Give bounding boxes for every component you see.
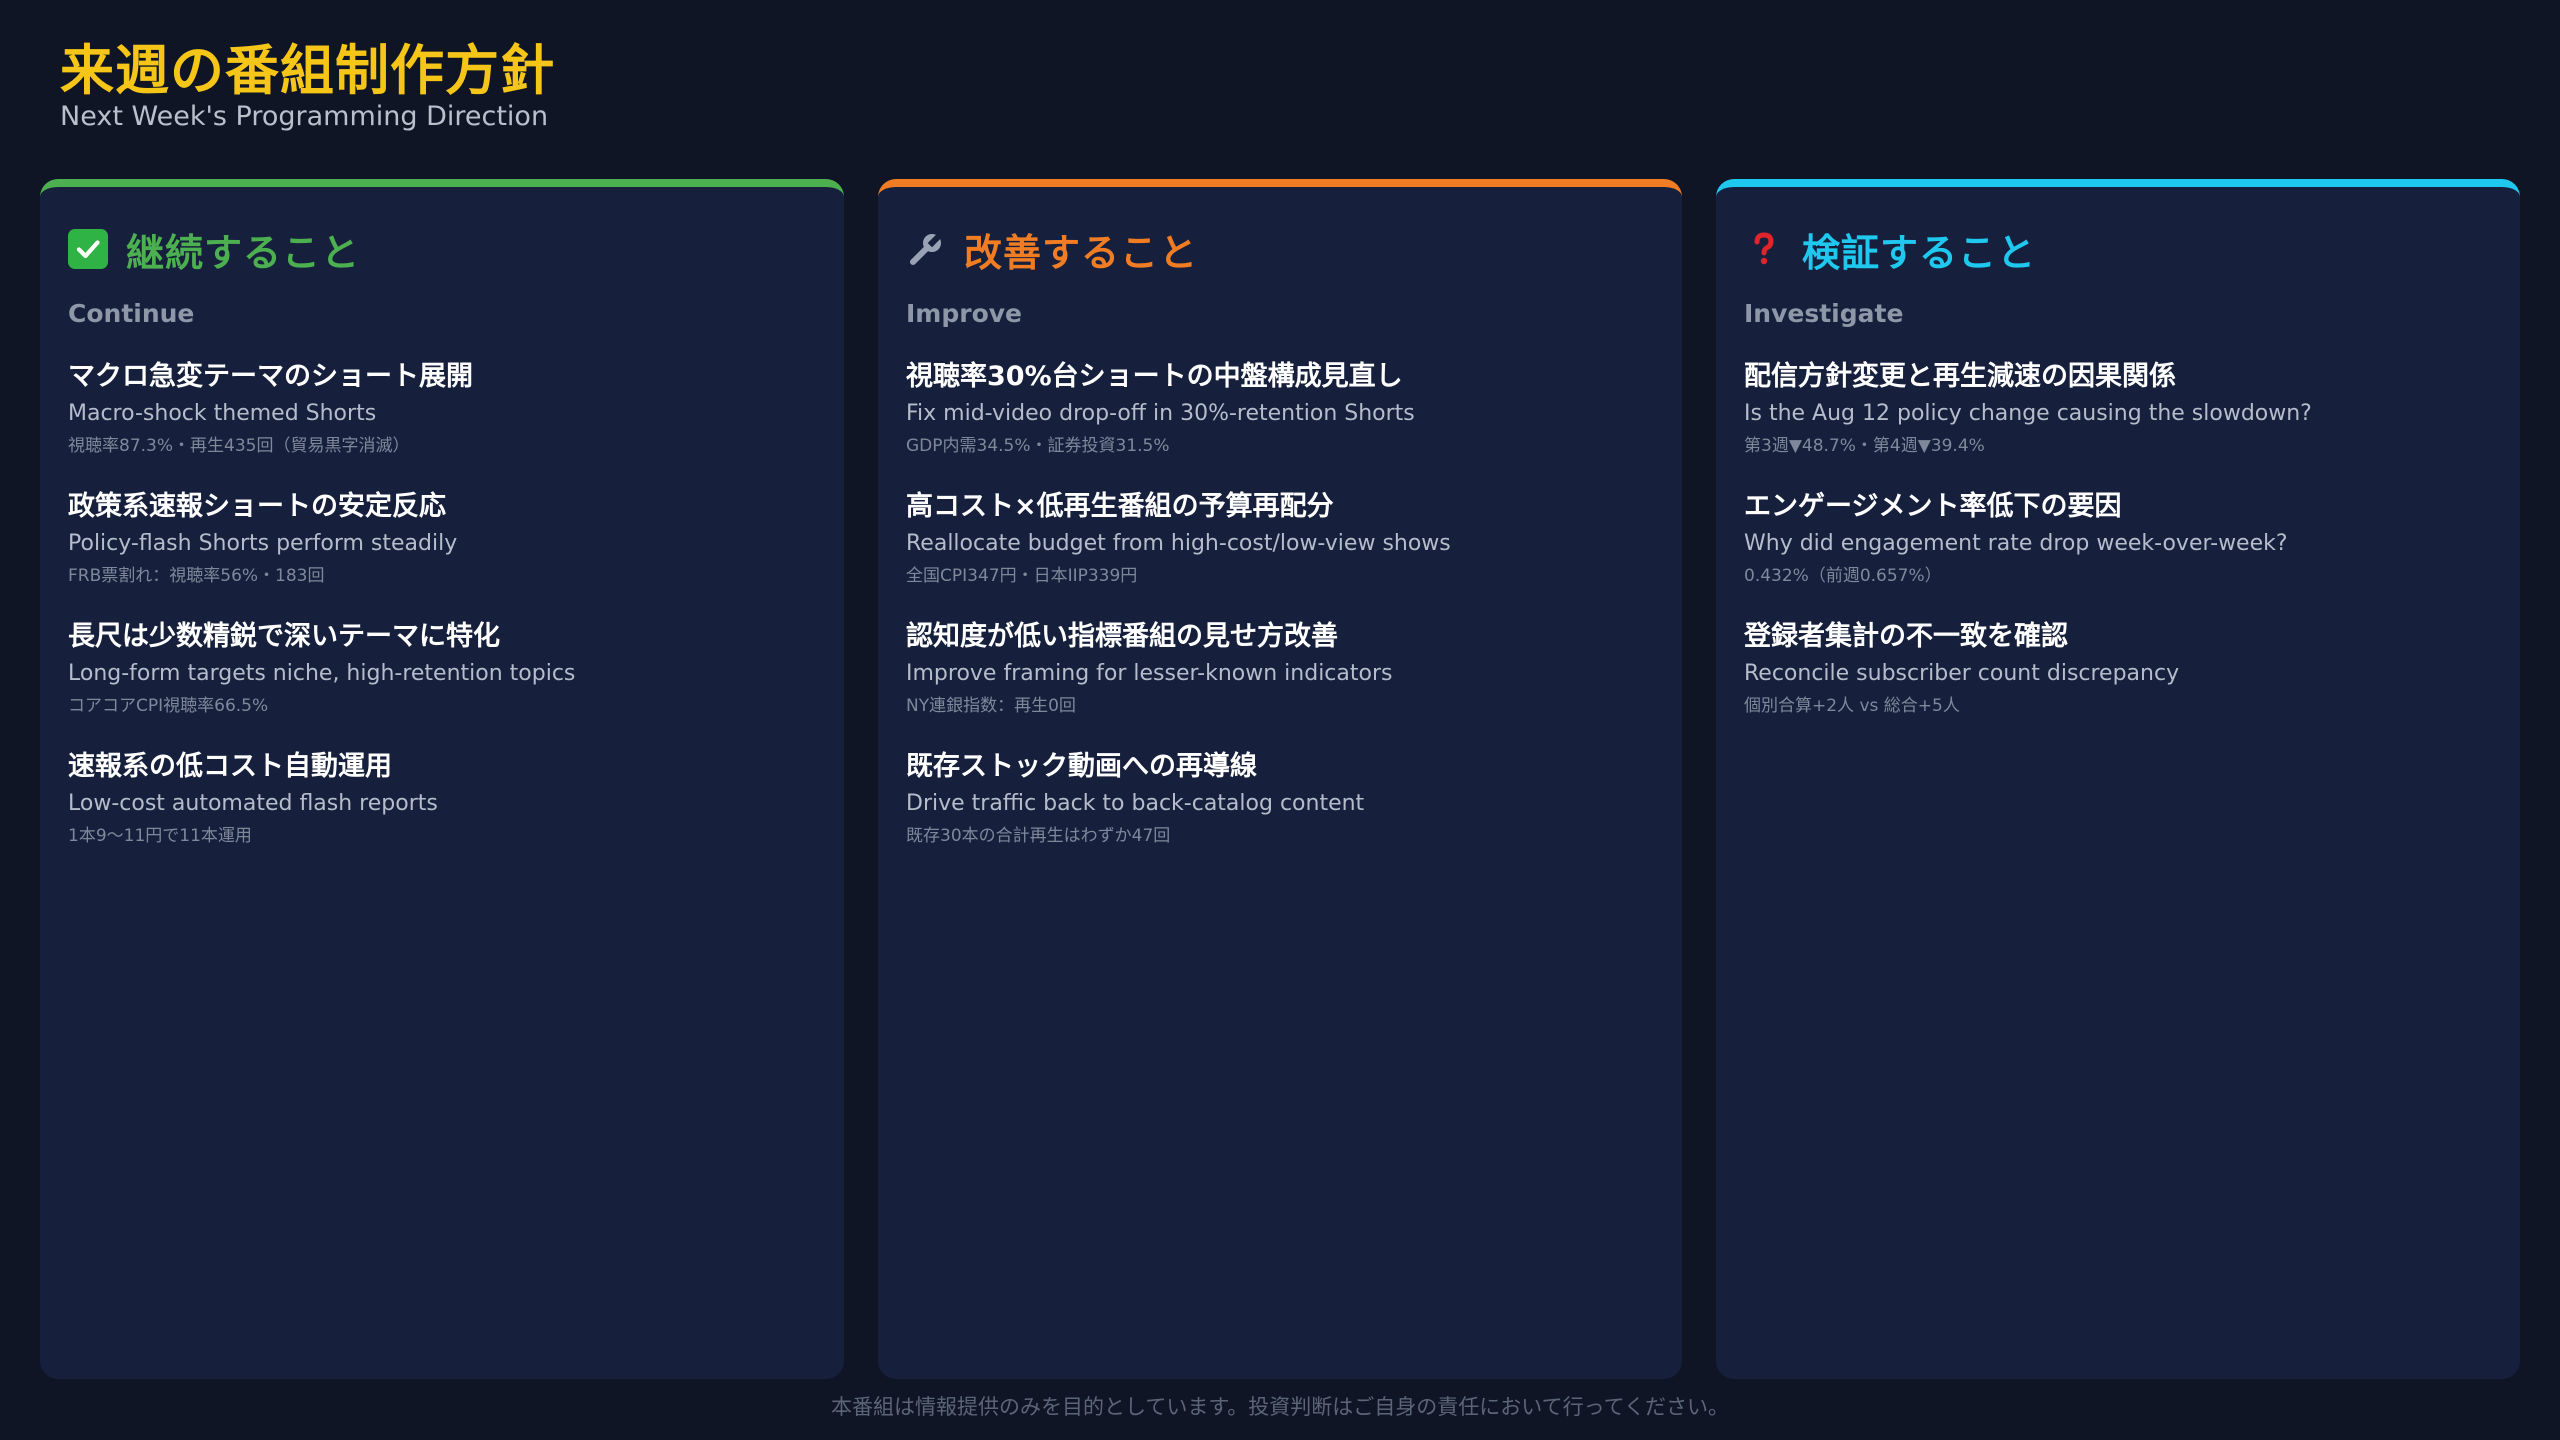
card-continue: 継続すること Continue マクロ急変テーマのショート展開 Macro-sh… [40, 179, 844, 1379]
card-subtitle: Improve [906, 299, 1023, 328]
item-note: 視聴率87.3%・再生435回（貿易黒字消滅） [68, 436, 410, 456]
item-title: 視聴率30%台ショートの中盤構成見直し [906, 361, 1403, 392]
item-english: Improve framing for lesser-known indicat… [906, 661, 1393, 686]
item-title: 配信方針変更と再生減速の因果関係 [1744, 361, 2176, 392]
item-title: エンゲージメント率低下の要因 [1744, 491, 2122, 522]
item-note: GDP内需34.5%・証券投資31.5% [906, 436, 1170, 456]
item-title: マクロ急変テーマのショート展開 [68, 361, 473, 392]
list-item: マクロ急変テーマのショート展開 Macro-shock themed Short… [68, 358, 816, 464]
item-english: Reallocate budget from high-cost/low-vie… [906, 531, 1451, 556]
direction-columns: 継続すること Continue マクロ急変テーマのショート展開 Macro-sh… [40, 179, 2520, 1379]
list-item: 配信方針変更と再生減速の因果関係 Is the Aug 12 policy ch… [1744, 358, 2492, 464]
item-note: NY連銀指数：再生0回 [906, 696, 1076, 716]
item-english: Policy-flash Shorts perform steadily [68, 531, 458, 556]
list-item: 視聴率30%台ショートの中盤構成見直し Fix mid-video drop-o… [906, 358, 1654, 464]
item-note: 全国CPI347円・日本IIP339円 [906, 566, 1138, 586]
page-subtitle: Next Week's Programming Direction [60, 101, 549, 132]
card-investigate: 検証すること Investigate 配信方針変更と再生減速の因果関係 Is t… [1716, 179, 2520, 1379]
list-item: 認知度が低い指標番組の見せ方改善 Improve framing for les… [906, 618, 1654, 724]
wrench-icon [906, 229, 946, 269]
item-note: コアコアCPI視聴率66.5% [68, 696, 269, 716]
item-title: 長尺は少数精鋭で深いテーマに特化 [68, 621, 500, 652]
list-item: 長尺は少数精鋭で深いテーマに特化 Long-form targets niche… [68, 618, 816, 724]
list-item: 速報系の低コスト自動運用 Low-cost automated flash re… [68, 748, 816, 854]
card-title: 継続すること [126, 230, 361, 275]
card-improve: 改善すること Improve 視聴率30%台ショートの中盤構成見直し Fix m… [878, 179, 1682, 1379]
item-note: 個別合算+2人 vs 総合+5人 [1744, 696, 1960, 716]
list-item: 高コスト×低再生番組の予算再配分 Reallocate budget from … [906, 488, 1654, 594]
card-header: 継続すること [68, 219, 816, 279]
item-title: 速報系の低コスト自動運用 [68, 751, 392, 782]
item-english: Drive traffic back to back-catalog conte… [906, 791, 1365, 816]
card-header: 改善すること [906, 219, 1654, 279]
item-title: 登録者集計の不一致を確認 [1744, 621, 2068, 652]
item-note: FRB票割れ：視聴率56%・183回 [68, 566, 325, 586]
item-english: Fix mid-video drop-off in 30%-retention … [906, 401, 1415, 426]
item-note: 0.432%（前週0.657%） [1744, 566, 1942, 586]
question-icon [1744, 229, 1784, 269]
item-english: Macro-shock themed Shorts [68, 401, 377, 426]
card-subtitle: Continue [68, 299, 195, 328]
item-note: 1本9〜11円で11本運用 [68, 826, 252, 846]
page-title: 来週の番組制作方針 [60, 39, 555, 102]
item-english: Is the Aug 12 policy change causing the … [1744, 401, 2312, 426]
item-title: 既存ストック動画への再導線 [906, 751, 1257, 782]
list-item: 政策系速報ショートの安定反応 Policy-flash Shorts perfo… [68, 488, 816, 594]
item-title: 高コスト×低再生番組の予算再配分 [906, 491, 1334, 522]
item-note: 既存30本の合計再生はわずか47回 [906, 826, 1171, 846]
item-note: 第3週▼48.7%・第4週▼39.4% [1744, 436, 1985, 456]
card-subtitle: Investigate [1744, 299, 1904, 328]
item-english: Low-cost automated flash reports [68, 791, 438, 816]
card-title: 検証すること [1802, 230, 2037, 275]
item-english: Why did engagement rate drop week-over-w… [1744, 531, 2288, 556]
card-header: 検証すること [1744, 219, 2492, 279]
disclaimer-footer: 本番組は情報提供のみを目的としています。投資判断はご自身の責任において行ってくだ… [831, 1395, 1729, 1419]
list-item: エンゲージメント率低下の要因 Why did engagement rate d… [1744, 488, 2492, 594]
card-title: 改善すること [964, 230, 1199, 275]
check-icon [68, 229, 108, 269]
item-english: Long-form targets niche, high-retention … [68, 661, 576, 686]
list-item: 登録者集計の不一致を確認 Reconcile subscriber count … [1744, 618, 2492, 724]
list-item: 既存ストック動画への再導線 Drive traffic back to back… [906, 748, 1654, 854]
item-title: 政策系速報ショートの安定反応 [68, 491, 446, 522]
item-english: Reconcile subscriber count discrepancy [1744, 661, 2180, 686]
page-header: 来週の番組制作方針 Next Week's Programming Direct… [60, 38, 555, 134]
item-title: 認知度が低い指標番組の見せ方改善 [906, 621, 1338, 652]
